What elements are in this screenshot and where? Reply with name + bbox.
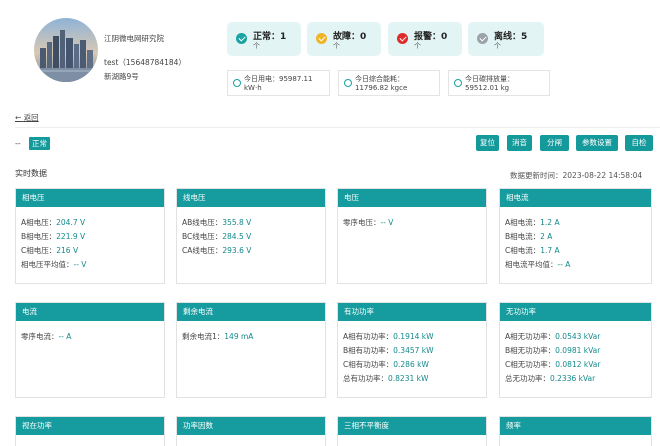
open-switch-button[interactable]: 分闸 <box>540 135 569 151</box>
status-offline-unit: 个 <box>494 42 501 50</box>
stat-today-energy-label: 今日综合能耗： <box>355 75 404 83</box>
card-title: 相电流 <box>500 189 651 207</box>
city-skyline-image <box>34 18 98 82</box>
stat-today-carbon: 今日碳排放量： 59512.01 kg <box>448 70 550 96</box>
card-title: 功率因数 <box>177 417 325 435</box>
section-title: 实时数据 <box>15 169 47 178</box>
card-title: 视在功率 <box>16 417 164 435</box>
stat-today-electricity: 今日用电：95987.11 kW·h <box>227 70 330 96</box>
card-row: 总有功功率：0.8231 kW <box>343 374 429 383</box>
card-three-phase-imbalance: 三相不平衡度 <box>337 416 487 446</box>
card-row: C相有功功率：0.286 kW <box>343 360 429 369</box>
divider <box>15 127 660 128</box>
address: 新湖路9号 <box>104 72 139 81</box>
check-circle-icon <box>236 33 247 44</box>
card-reactive-power: 无功功率 A相无功功率：0.0543 kVar B相无功功率：0.0981 kV… <box>499 302 652 398</box>
header: 江阴微电网研究院 test（15648784184） 新湖路9号 正常：1 个 … <box>0 0 660 102</box>
card-row: 剩余电流1：149 mA <box>182 332 254 341</box>
offline-circle-icon <box>477 33 488 44</box>
card-title: 频率 <box>500 417 651 435</box>
card-voltage: 电压 零序电压：-- V <box>337 188 487 284</box>
card-power-factor: 功率因数 <box>176 416 326 446</box>
card-row: C相电流：1.7 A <box>505 246 560 255</box>
card-row: 零序电压：-- V <box>343 218 394 227</box>
status-alarm-unit: 个 <box>414 42 421 50</box>
avatar <box>34 18 98 82</box>
card-row: 相电压平均值：-- V <box>21 260 87 269</box>
card-row: B相有功功率：0.3457 kW <box>343 346 434 355</box>
card-row: B相电流：2 A <box>505 232 553 241</box>
card-title: 电流 <box>16 303 164 321</box>
card-row: 总无功功率：0.2336 kVar <box>505 374 596 383</box>
stat-today-electricity-label: 今日用电：95987.11 <box>244 75 313 83</box>
alert-circle-icon <box>397 33 408 44</box>
mute-button[interactable]: 消音 <box>507 135 532 151</box>
stat-today-carbon-label: 今日碳排放量： <box>465 75 514 83</box>
status-fault[interactable]: 故障：0 个 <box>307 22 381 56</box>
device-status-badge: 正常 <box>29 137 50 150</box>
energy-icon <box>344 79 352 87</box>
card-title: 有功功率 <box>338 303 486 321</box>
card-apparent-power: 视在功率 <box>15 416 165 446</box>
card-row: C相电压：216 V <box>21 246 79 255</box>
back-arrow-icon: ← <box>15 113 22 122</box>
stat-today-carbon-value: 59512.01 kg <box>465 84 510 92</box>
card-title: 无功功率 <box>500 303 651 321</box>
card-title: 剩余电流 <box>177 303 325 321</box>
status-offline[interactable]: 离线：5 个 <box>468 22 544 56</box>
device-status-prefix: -- <box>15 139 21 148</box>
status-normal-unit: 个 <box>253 42 260 50</box>
org-name: 江阴微电网研究院 <box>104 34 164 43</box>
card-row: CA线电压：293.6 V <box>182 246 252 255</box>
status-alarm[interactable]: 报警：0 个 <box>388 22 462 56</box>
carbon-icon <box>454 79 462 87</box>
card-phase-voltage: 相电压 A相电压：204.7 V B相电压：221.9 V C相电压：216 V… <box>15 188 165 284</box>
card-phase-current: 相电流 A相电流：1.2 A B相电流：2 A C相电流：1.7 A 相电流平均… <box>499 188 652 284</box>
card-row: A相电压：204.7 V <box>21 218 86 227</box>
card-title: 电压 <box>338 189 486 207</box>
card-row: A相有功功率：0.1914 kW <box>343 332 434 341</box>
card-row: 相电流平均值：-- A <box>505 260 571 269</box>
clock-icon <box>233 79 241 87</box>
card-title: 线电压 <box>177 189 325 207</box>
card-row: C相无功功率：0.0812 kVar <box>505 360 601 369</box>
card-residual-current: 剩余电流 剩余电流1：149 mA <box>176 302 326 398</box>
back-link[interactable]: ← 返回 <box>15 112 39 123</box>
stat-today-energy-value: 11796.82 kgce <box>355 84 408 92</box>
stat-today-energy: 今日综合能耗： 11796.82 kgce <box>338 70 440 96</box>
card-line-voltage: 线电压 AB线电压：355.8 V BC线电压：284.5 V CA线电压：29… <box>176 188 326 284</box>
warning-circle-icon <box>316 33 327 44</box>
card-current: 电流 零序电流：-- A <box>15 302 165 398</box>
stat-today-electricity-unit: kW·h <box>244 84 262 92</box>
card-row: A相电流：1.2 A <box>505 218 560 227</box>
update-time: 数据更新时间：2023-08-22 14:58:04 <box>510 171 643 180</box>
card-title: 相电压 <box>16 189 164 207</box>
card-title: 三相不平衡度 <box>338 417 486 435</box>
card-row: AB线电压：355.8 V <box>182 218 252 227</box>
self-check-button[interactable]: 自检 <box>625 135 653 151</box>
reset-button[interactable]: 复位 <box>476 135 499 151</box>
card-row: BC线电压：284.5 V <box>182 232 252 241</box>
parameter-settings-button[interactable]: 参数设置 <box>576 135 618 151</box>
card-row: 零序电流：-- A <box>21 332 72 341</box>
card-row: A相无功功率：0.0543 kVar <box>505 332 601 341</box>
card-row: B相无功功率：0.0981 kVar <box>505 346 601 355</box>
status-fault-unit: 个 <box>333 42 340 50</box>
user-name: test（15648784184） <box>104 58 186 67</box>
card-active-power: 有功功率 A相有功功率：0.1914 kW B相有功功率：0.3457 kW C… <box>337 302 487 398</box>
card-frequency: 频率 <box>499 416 652 446</box>
back-label: 返回 <box>23 113 39 122</box>
card-row: B相电压：221.9 V <box>21 232 86 241</box>
status-normal[interactable]: 正常：1 个 <box>227 22 301 56</box>
